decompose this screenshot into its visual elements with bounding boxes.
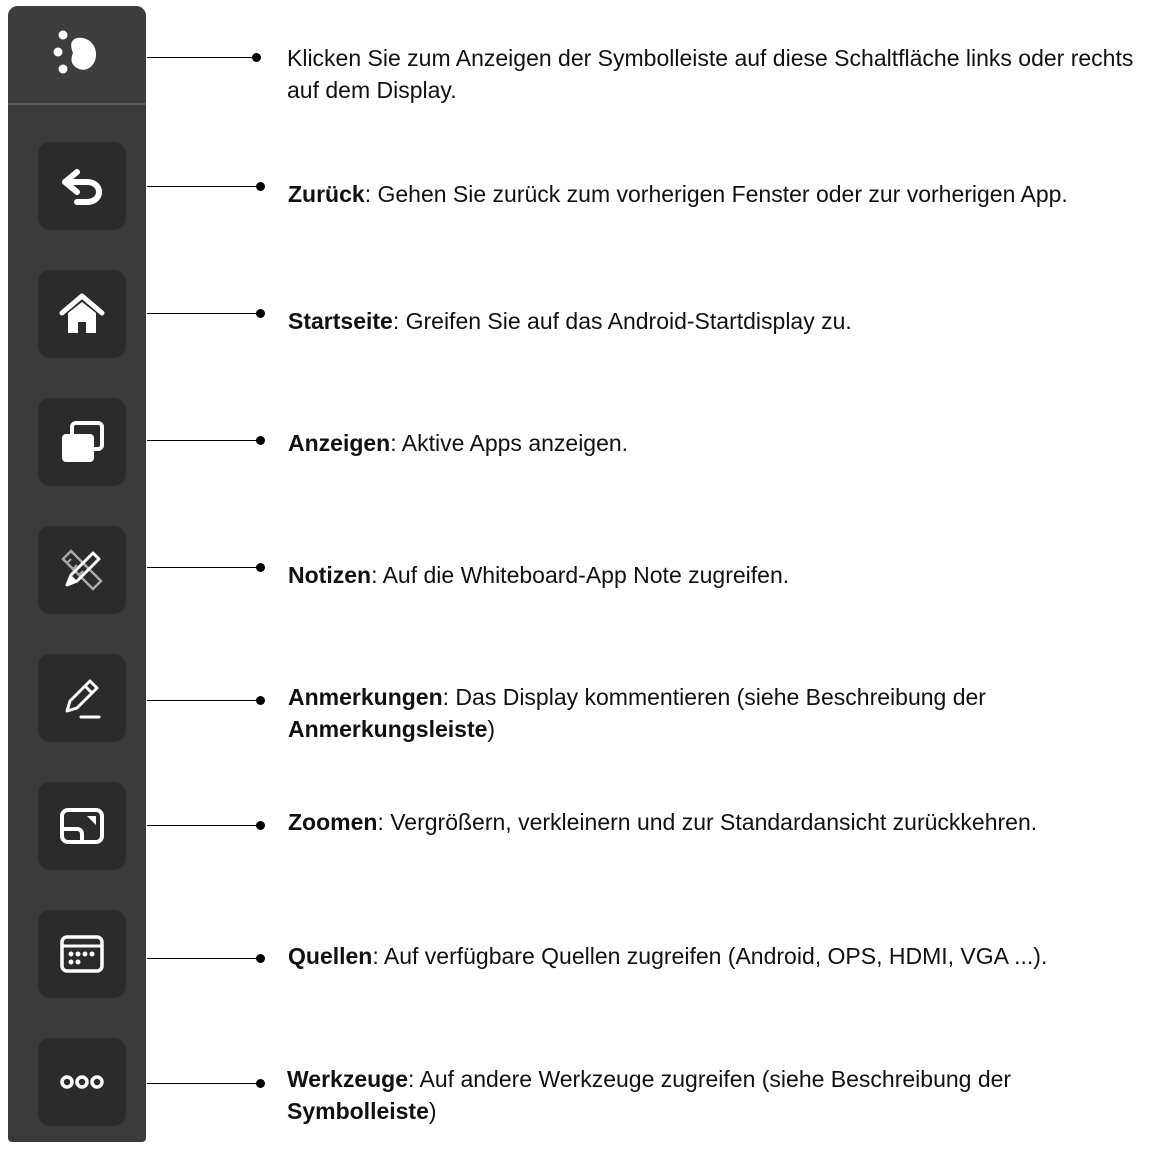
toolbar-toggle-button[interactable] bbox=[8, 6, 146, 105]
connector-dot bbox=[256, 436, 265, 445]
connector-line bbox=[147, 440, 259, 441]
connector-line bbox=[147, 825, 259, 826]
windows-icon bbox=[62, 421, 104, 462]
back-arrow-icon bbox=[62, 169, 103, 205]
description-text: : Greifen Sie auf das Android-Startdispl… bbox=[392, 308, 852, 334]
connector-dot bbox=[256, 696, 265, 705]
description-text: : Aktive Apps anzeigen. bbox=[390, 430, 629, 456]
connector-line bbox=[147, 567, 259, 568]
home-icon bbox=[59, 293, 105, 333]
term-label: Anmerkungen bbox=[288, 684, 443, 710]
zoom-description: Zoomen: Vergrößern, verkleinern und zur … bbox=[288, 806, 1173, 838]
more-dots-icon bbox=[60, 1075, 104, 1089]
home-description: Startseite: Greifen Sie auf das Android-… bbox=[288, 305, 1168, 337]
connector-line bbox=[147, 700, 259, 701]
pen-underline-icon bbox=[65, 679, 101, 719]
term-label: Zurück bbox=[288, 181, 365, 207]
term-label: Notizen bbox=[288, 562, 372, 588]
tools-button[interactable] bbox=[38, 1038, 126, 1126]
connector-line bbox=[147, 57, 255, 58]
sources-description: Quellen: Auf verfügbare Quellen zugreife… bbox=[288, 940, 1173, 972]
side-toolbar bbox=[8, 6, 146, 1142]
zoom-button[interactable] bbox=[38, 782, 126, 870]
connector-dot bbox=[256, 821, 265, 830]
term-label: Symbolleiste bbox=[287, 1098, 429, 1124]
connector-dot bbox=[256, 182, 265, 191]
description-text: : Auf die Whiteboard-App Note zugreifen. bbox=[371, 562, 790, 588]
description-text: : Auf verfügbare Quellen zugreifen (Andr… bbox=[372, 943, 1048, 969]
zoom-window-icon bbox=[60, 808, 104, 844]
sources-button[interactable] bbox=[38, 910, 126, 998]
sources-panel-icon bbox=[60, 935, 104, 973]
connector-line bbox=[147, 186, 259, 187]
notes-description: Notizen: Auf die Whiteboard-App Note zug… bbox=[288, 559, 1168, 591]
connector-dot bbox=[256, 954, 265, 963]
back-description: Zurück: Gehen Sie zurück zum vorherigen … bbox=[288, 178, 1168, 210]
toolbar-toggle-icon bbox=[53, 30, 97, 74]
description-text: ) bbox=[487, 716, 496, 742]
home-button[interactable] bbox=[38, 270, 126, 358]
term-label: Werkzeuge bbox=[287, 1066, 409, 1092]
description-text: : Auf andere Werkzeuge zugreifen (siehe … bbox=[408, 1066, 1012, 1092]
toggle-description: Klicken Sie zum Anzeigen der Symbolleist… bbox=[287, 42, 1167, 106]
view-apps-button[interactable] bbox=[38, 398, 126, 486]
view-description: Anzeigen: Aktive Apps anzeigen. bbox=[288, 427, 1168, 459]
term-label: Zoomen bbox=[288, 809, 378, 835]
description-text: : Das Display kommentieren (siehe Beschr… bbox=[442, 684, 986, 710]
notes-button[interactable] bbox=[38, 526, 126, 614]
connector-dot bbox=[256, 309, 265, 318]
connector-line bbox=[147, 313, 259, 314]
annotate-button[interactable] bbox=[38, 654, 126, 742]
description-text: ) bbox=[428, 1098, 437, 1124]
tools-description: Werkzeuge: Auf andere Werkzeuge zugreife… bbox=[287, 1063, 1167, 1127]
description-text: : Vergrößern, verkleinern und zur Standa… bbox=[377, 809, 1038, 835]
annotate-description: Anmerkungen: Das Display kommentieren (s… bbox=[288, 681, 1168, 745]
pencil-ruler-icon bbox=[61, 549, 103, 591]
term-label: Startseite bbox=[288, 308, 393, 334]
connector-line bbox=[147, 958, 259, 959]
connector-dot bbox=[252, 53, 261, 62]
connector-line bbox=[147, 1083, 259, 1084]
description-text: : Gehen Sie zurück zum vorherigen Fenste… bbox=[364, 181, 1068, 207]
connector-dot bbox=[256, 563, 265, 572]
term-label: Quellen bbox=[288, 943, 373, 969]
description-text: Klicken Sie zum Anzeigen der Symbolleist… bbox=[287, 45, 1134, 103]
term-label: Anzeigen bbox=[288, 430, 391, 456]
term-label: Anmerkungsleiste bbox=[288, 716, 488, 742]
back-button[interactable] bbox=[38, 142, 126, 230]
connector-dot bbox=[256, 1079, 265, 1088]
